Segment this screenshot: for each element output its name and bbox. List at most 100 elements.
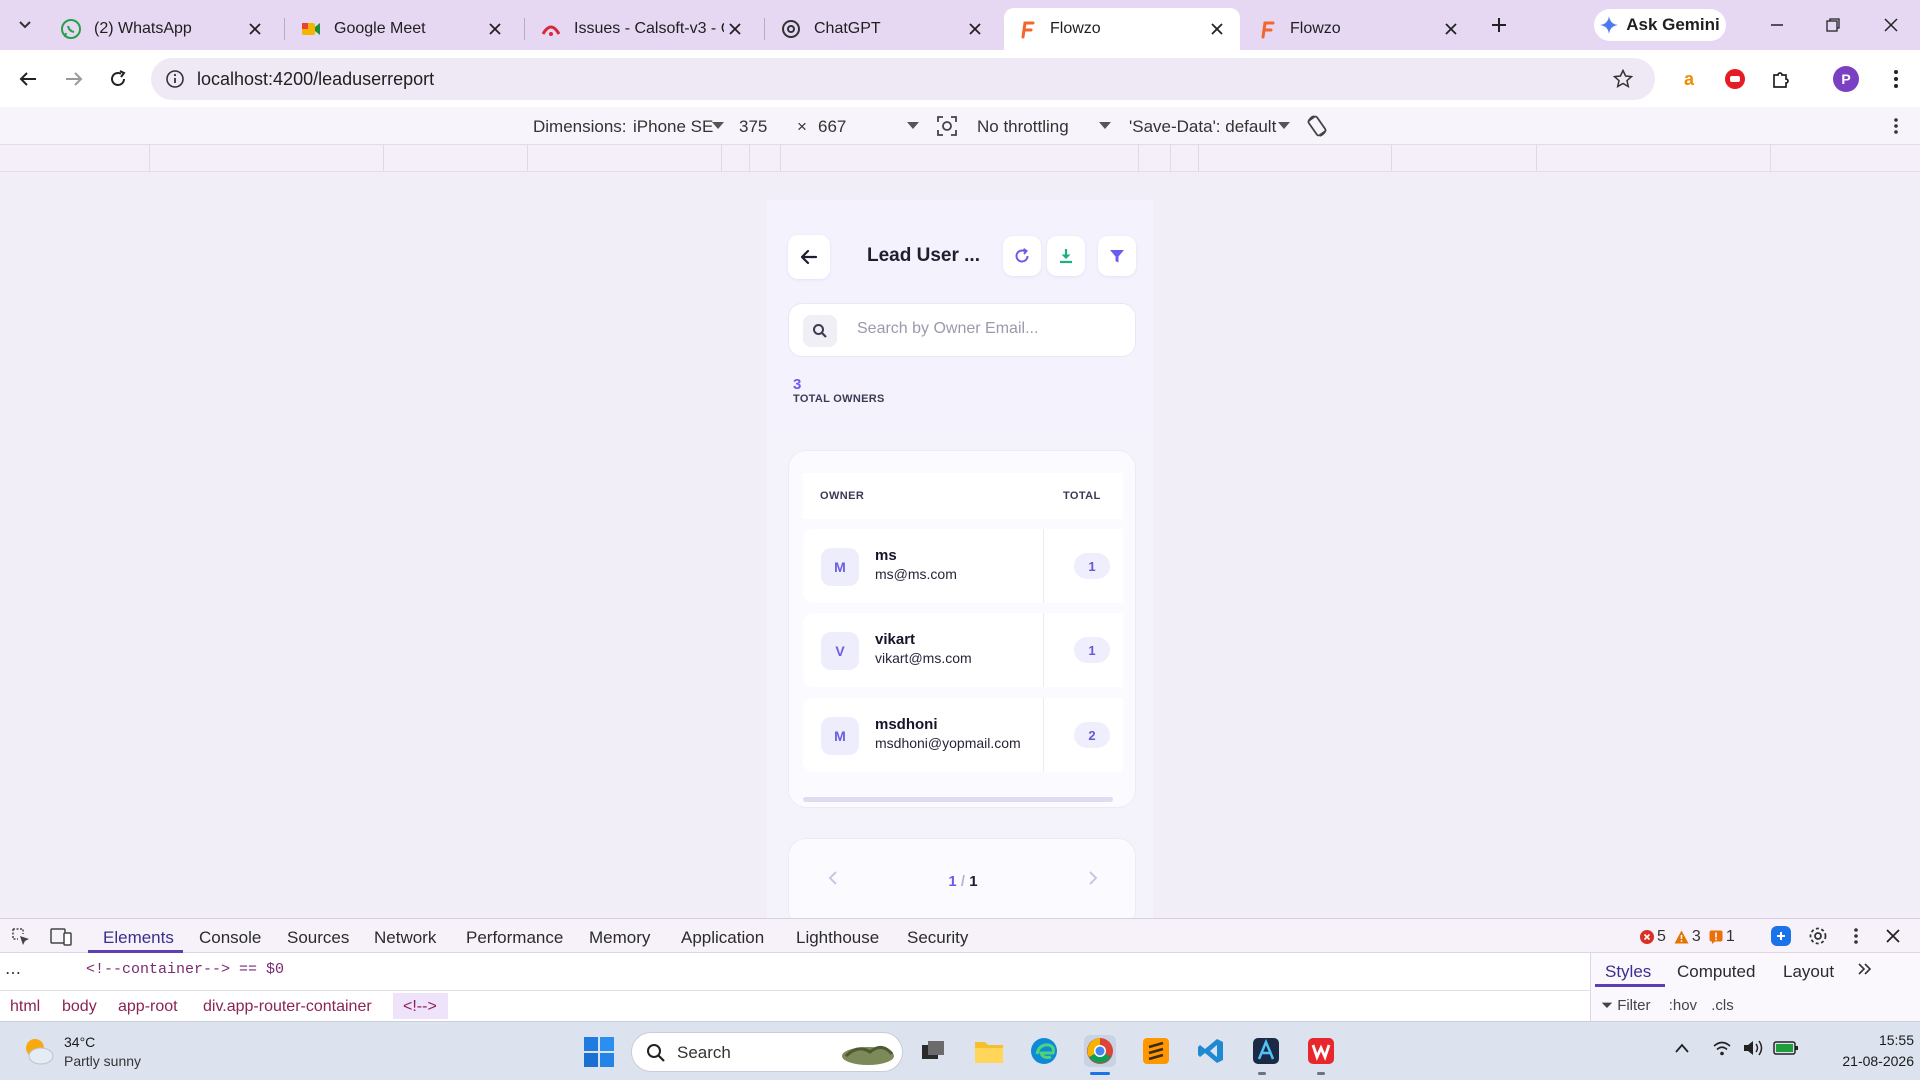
weather-icon[interactable] <box>20 1034 56 1068</box>
wps-office-icon[interactable] <box>1305 1035 1337 1067</box>
more-tabs-icon[interactable] <box>1857 961 1873 977</box>
table-row[interactable]: M ms ms@ms.com 1 <box>803 529 1123 603</box>
devtools-tab-security[interactable]: Security <box>907 928 968 948</box>
reload-icon[interactable] <box>105 66 131 92</box>
device-select[interactable]: iPhone SE <box>633 117 713 137</box>
throttling-dropdown-icon[interactable] <box>1099 122 1111 129</box>
devtools-tab-console[interactable]: Console <box>199 928 261 948</box>
close-tab-icon[interactable] <box>1206 18 1228 40</box>
site-info-icon[interactable] <box>165 69 185 89</box>
profile-avatar[interactable]: P <box>1833 66 1859 92</box>
browser-menu-icon[interactable] <box>1883 66 1909 92</box>
table-row[interactable]: V vikart vikart@ms.com 1 <box>803 613 1123 687</box>
clock-date[interactable]: 21-08-2026 <box>1812 1053 1914 1069</box>
clock-time[interactable]: 15:55 <box>1862 1032 1914 1048</box>
extensions-puzzle-icon[interactable] <box>1768 66 1794 92</box>
volume-icon[interactable] <box>1742 1039 1764 1057</box>
edge-browser-icon[interactable] <box>1028 1035 1060 1067</box>
task-view-icon[interactable] <box>917 1035 949 1067</box>
filter-button[interactable] <box>1098 236 1136 276</box>
close-tab-icon[interactable] <box>484 18 506 40</box>
zoom-dropdown-icon[interactable] <box>907 122 919 129</box>
wifi-icon[interactable] <box>1712 1039 1732 1057</box>
android-studio-icon[interactable] <box>1250 1035 1282 1067</box>
vscode-icon[interactable] <box>1195 1035 1227 1067</box>
ask-gemini-button[interactable]: Ask Gemini <box>1594 9 1726 41</box>
breadcrumb-comment[interactable]: <!--> <box>403 998 437 1016</box>
battery-icon[interactable] <box>1773 1040 1799 1056</box>
close-tab-icon[interactable] <box>244 18 266 40</box>
device-dropdown-icon[interactable] <box>712 122 724 129</box>
sublime-text-icon[interactable] <box>1140 1035 1172 1067</box>
rotate-device-icon[interactable] <box>1305 114 1329 138</box>
new-tab-icon[interactable] <box>1486 12 1512 38</box>
chrome-browser-icon[interactable] <box>1084 1035 1116 1067</box>
tab-flowzo-active[interactable]: Flowzo <box>1004 8 1240 50</box>
device-toolbar-menu-icon[interactable] <box>1893 117 1899 135</box>
close-tab-icon[interactable] <box>724 18 746 40</box>
throttling-select[interactable]: No throttling <box>977 117 1069 137</box>
tab-search-chevron-icon[interactable] <box>12 12 38 38</box>
back-button[interactable] <box>788 235 830 279</box>
devtools-tab-memory[interactable]: Memory <box>589 928 650 948</box>
tab-layout[interactable]: Layout <box>1783 962 1834 982</box>
minimize-window-icon[interactable] <box>1764 12 1790 38</box>
tab-issues[interactable]: Issues - Calsoft-v3 - Ca <box>528 8 758 50</box>
media-query-ruler[interactable] <box>0 145 1920 172</box>
breadcrumb-app-root[interactable]: app-root <box>118 998 178 1016</box>
close-tab-icon[interactable] <box>1440 18 1462 40</box>
horizontal-scrollbar[interactable] <box>803 797 1113 802</box>
devtools-tab-lighthouse[interactable]: Lighthouse <box>796 928 879 948</box>
close-tab-icon[interactable] <box>964 18 986 40</box>
save-data-dropdown-icon[interactable] <box>1278 122 1290 129</box>
taskbar-search[interactable]: Search <box>631 1032 903 1072</box>
amazon-extension-icon[interactable]: a <box>1676 66 1702 92</box>
capture-screenshot-icon[interactable] <box>936 115 958 137</box>
devtools-tab-application[interactable]: Application <box>681 928 764 948</box>
tab-computed[interactable]: Computed <box>1677 962 1755 982</box>
file-explorer-icon[interactable] <box>973 1035 1005 1067</box>
tab-google-meet[interactable]: Google Meet <box>288 8 518 50</box>
inspect-element-icon[interactable] <box>11 927 31 947</box>
next-page-icon[interactable] <box>1087 871 1099 885</box>
windows-start-icon[interactable] <box>583 1036 615 1068</box>
url-text[interactable]: localhost:4200/leaduserreport <box>197 69 434 90</box>
width-input[interactable]: 375 <box>739 117 767 137</box>
record-extension-icon[interactable] <box>1722 66 1748 92</box>
styles-filter-input[interactable]: Filter <box>1617 997 1650 1014</box>
issue-counters[interactable]: 5 3 1 <box>1640 928 1735 946</box>
search-box[interactable] <box>788 303 1136 357</box>
bookmark-star-icon[interactable] <box>1613 69 1633 89</box>
ellipsis-icon[interactable]: ⋯ <box>5 963 21 983</box>
tab-whatsapp[interactable]: (2) WhatsApp <box>48 8 278 50</box>
devtools-tab-sources[interactable]: Sources <box>287 928 349 948</box>
devtools-tab-elements[interactable]: Elements <box>103 928 174 948</box>
table-row[interactable]: M msdhoni msdhoni@yopmail.com 2 <box>803 698 1123 772</box>
tab-flowzo[interactable]: Flowzo <box>1244 8 1474 50</box>
restore-window-icon[interactable] <box>1820 12 1846 38</box>
show-hidden-icons-icon[interactable] <box>1674 1042 1690 1054</box>
device-toggle-icon[interactable] <box>50 927 72 947</box>
forward-nav-icon[interactable] <box>61 66 87 92</box>
height-input[interactable]: 667 <box>818 117 846 137</box>
copilot-icon[interactable] <box>1770 925 1792 947</box>
download-button[interactable] <box>1047 236 1085 276</box>
devtools-tab-network[interactable]: Network <box>374 928 436 948</box>
tab-styles[interactable]: Styles <box>1605 962 1651 982</box>
close-window-icon[interactable] <box>1878 12 1904 38</box>
breadcrumb-body[interactable]: body <box>62 998 97 1016</box>
devtools-menu-icon[interactable] <box>1853 927 1859 945</box>
breadcrumb-html[interactable]: html <box>10 998 40 1016</box>
breadcrumb-router-container[interactable]: div.app-router-container <box>203 998 372 1016</box>
back-nav-icon[interactable] <box>15 66 41 92</box>
hov-toggle[interactable]: :hov <box>1669 997 1697 1014</box>
address-bar[interactable]: localhost:4200/leaduserreport <box>151 58 1655 100</box>
search-input[interactable] <box>857 320 1117 338</box>
close-devtools-icon[interactable] <box>1885 928 1901 944</box>
cls-toggle[interactable]: .cls <box>1711 997 1734 1014</box>
refresh-button[interactable] <box>1003 236 1041 276</box>
tab-chatgpt[interactable]: ChatGPT <box>768 8 998 50</box>
save-data-select[interactable]: 'Save-Data': default <box>1129 117 1276 137</box>
dom-node-line[interactable]: <!--container--> == $0 <box>86 961 284 978</box>
devtools-tab-performance[interactable]: Performance <box>466 928 563 948</box>
